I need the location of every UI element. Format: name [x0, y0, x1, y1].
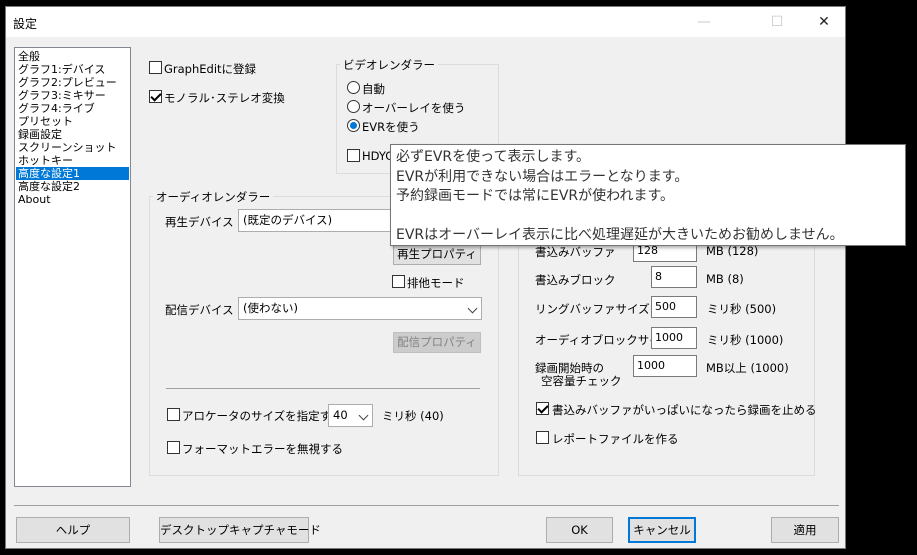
hdycti-checkbox[interactable] — [347, 149, 360, 162]
allocator-size-value: 40 — [333, 408, 348, 422]
write-block-field[interactable]: 8 — [651, 266, 697, 288]
allocator-unit: ミリ秒 (40) — [382, 409, 444, 423]
divider — [166, 388, 480, 389]
sidebar-item-recording[interactable]: 録画設定 — [16, 128, 129, 141]
sidebar-item-graph4[interactable]: グラフ4:ライブ — [16, 102, 129, 115]
sidebar-item-screenshot[interactable]: スクリーンショット — [16, 141, 129, 154]
minimize-icon[interactable]: — — [681, 7, 727, 37]
write-block-unit: MB (8) — [706, 272, 744, 286]
desktop-capture-button[interactable]: デスクトップキャプチャモード — [159, 517, 321, 543]
sidebar-item-preset[interactable]: プリセット — [16, 115, 129, 128]
ring-buffer-field[interactable]: 500 — [651, 296, 697, 318]
tooltip-line-5: EVRはオーバーレイ表示に比べ処理遅延が大きいためお勧めしません。 — [396, 227, 844, 243]
renderer-auto-radio[interactable] — [347, 81, 360, 94]
allocator-checkbox[interactable] — [167, 408, 180, 421]
mono-stereo-checkbox[interactable] — [149, 90, 162, 103]
report-file-checkbox[interactable] — [536, 431, 549, 444]
close-icon[interactable]: ✕ — [801, 7, 847, 37]
sidebar-item-about[interactable]: About — [16, 193, 129, 206]
graphedit-label: GraphEditに登録 — [164, 62, 257, 76]
ignore-format-label: フォーマットエラーを無視する — [182, 442, 343, 456]
stream-device-select[interactable]: (使わない) — [238, 297, 482, 320]
audio-block-field[interactable]: 1000 — [651, 327, 697, 349]
stream-device-value: (使わない) — [243, 301, 298, 315]
video-renderer-title: ビデオレンダラー — [340, 57, 438, 73]
sidebar-item-hotkey[interactable]: ホットキー — [16, 154, 129, 167]
playback-properties-button[interactable]: 再生プロパティ — [393, 244, 481, 265]
evr-tooltip: 必ずEVRを使って表示します。 EVRが利用できない場合はエラーとなります。 予… — [390, 144, 906, 246]
write-buffer-unit: MB (128) — [706, 244, 759, 258]
free-space-field[interactable]: 1000 — [633, 355, 697, 377]
write-block-label: 書込みブロック — [535, 273, 616, 287]
playback-device-value: (既定のデバイス) — [243, 213, 333, 227]
allocator-size-select[interactable]: 40 — [328, 404, 373, 427]
stop-on-full-label: 書込みバッファがいっぱいになったら録画を止める — [552, 403, 817, 417]
sidebar-item-graph2[interactable]: グラフ2:プレビュー — [16, 76, 129, 89]
tooltip-line-3: 予約録画モードでは常にEVRが使われます。 — [396, 188, 675, 204]
tooltip-line-1: 必ずEVRを使って表示します。 — [396, 149, 591, 165]
stream-properties-button[interactable]: 配信プロパティ — [393, 332, 481, 353]
help-button[interactable]: ヘルプ — [16, 517, 130, 543]
tooltip-line-2: EVRが利用できない場合はエラーとなります。 — [396, 168, 689, 185]
audio-block-unit: ミリ秒 (1000) — [707, 333, 784, 347]
allocator-label: アロケータのサイズを指定する — [182, 409, 343, 423]
tooltip-line-4 — [396, 207, 900, 227]
sidebar-item-graph3[interactable]: グラフ3:ミキサー — [16, 89, 129, 102]
maximize-icon[interactable]: ☐ — [754, 7, 800, 37]
renderer-evr-radio[interactable] — [347, 119, 360, 132]
ring-buffer-label: リングバッファサイズ — [535, 302, 650, 316]
playback-device-label: 再生デバイス — [165, 215, 234, 229]
window-title: 設定 — [13, 17, 38, 31]
title-bar: 設定 — ☐ ✕ — [6, 7, 845, 37]
apply-button[interactable]: 適用 — [771, 517, 839, 543]
renderer-auto-label: 自動 — [362, 82, 385, 96]
cancel-button[interactable]: キャンセル — [628, 517, 696, 543]
graphedit-checkbox[interactable] — [149, 61, 162, 74]
free-space-label-line2: 空容量チェック — [541, 374, 622, 388]
audio-renderer-title: オーディオレンダラー — [153, 189, 274, 205]
exclusive-mode-checkbox[interactable] — [392, 275, 405, 288]
renderer-evr-label: EVRを使う — [362, 120, 420, 134]
stop-on-full-checkbox[interactable] — [536, 402, 549, 415]
ignore-format-checkbox[interactable] — [167, 441, 180, 454]
write-buffer-label: 書込みバッファ — [535, 245, 616, 259]
sidebar-item-advanced2[interactable]: 高度な設定2 — [16, 180, 129, 193]
ring-buffer-unit: ミリ秒 (500) — [707, 302, 777, 316]
chevron-down-icon — [358, 410, 369, 421]
footer-divider — [14, 505, 839, 506]
renderer-overlay-radio[interactable] — [347, 100, 360, 113]
sidebar-item-general[interactable]: 全般 — [16, 50, 129, 63]
free-space-unit: MB以上 (1000) — [706, 361, 789, 375]
category-list[interactable]: 全般 グラフ1:デバイス グラフ2:プレビュー グラフ3:ミキサー グラフ4:ラ… — [14, 47, 131, 487]
sidebar-item-graph1[interactable]: グラフ1:デバイス — [16, 63, 129, 76]
renderer-overlay-label: オーバーレイを使う — [362, 101, 466, 115]
chevron-down-icon — [467, 303, 478, 314]
ok-button[interactable]: OK — [546, 517, 613, 543]
exclusive-mode-label: 排他モード — [407, 276, 465, 290]
settings-window: 設定 — ☐ ✕ 全般 グラフ1:デバイス グラフ2:プレビュー グラフ3:ミキ… — [5, 6, 846, 549]
report-file-label: レポートファイルを作る — [552, 432, 679, 446]
stream-device-label: 配信デバイス — [165, 303, 234, 317]
sidebar-item-advanced1[interactable]: 高度な設定1 — [16, 167, 129, 180]
mono-stereo-label: モノラル･ステレオ変換 — [164, 91, 285, 105]
